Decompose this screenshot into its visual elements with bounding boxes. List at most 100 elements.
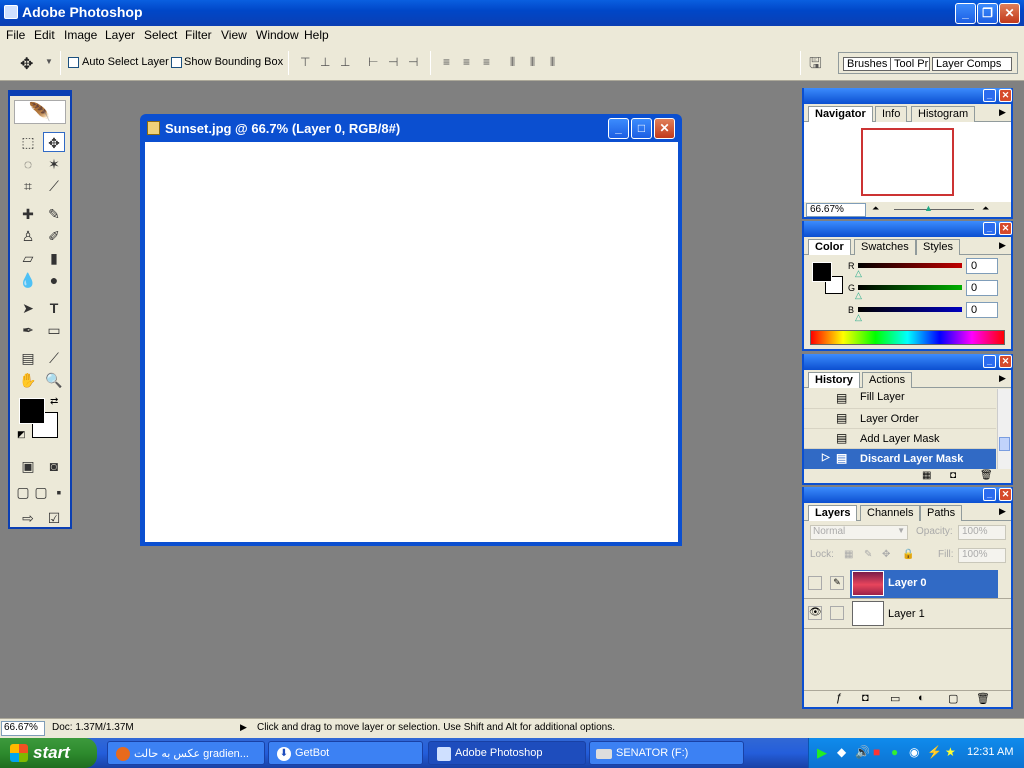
history-item-selected[interactable]: ▷ ▤ Discard Layer Mask [804,449,996,469]
healing-brush-tool-icon[interactable]: ✚ [17,204,39,224]
menu-edit[interactable]: Edit [34,28,55,42]
minimize-button[interactable]: _ [955,3,976,24]
lasso-tool-icon[interactable]: ◌ [17,154,39,174]
close-button[interactable]: ✕ [999,3,1020,24]
menu-view[interactable]: View [221,28,247,42]
tray-green-icon[interactable]: ● [891,745,898,759]
hand-tool-icon[interactable]: ✋ [17,370,39,390]
doc-close-button[interactable]: ✕ [654,118,675,139]
color-fg-swatch[interactable] [812,262,832,282]
channel-b-value[interactable]: 0 [966,302,998,318]
distribute-vcenter-icon[interactable]: ≡ [463,55,470,69]
new-layer-icon[interactable]: ▢ [948,692,958,705]
pen-tool-icon[interactable]: ✒ [17,320,39,340]
standard-mode-icon[interactable]: ▣ [17,456,39,476]
gradient-tool-icon[interactable]: ▮ [43,248,65,268]
shape-tool-icon[interactable]: ▭ [43,320,65,340]
brush-tool-icon[interactable]: ✎ [43,204,65,224]
channel-g-slider[interactable] [858,285,962,290]
tool-preset-dropdown-icon[interactable]: ▼ [45,57,53,66]
panel-close-button[interactable]: ✕ [999,222,1012,235]
adjustment-layer-icon[interactable]: ◐ [918,692,925,704]
zoom-in-icon[interactable]: ⏶ [982,203,989,214]
history-item[interactable]: ▤ Add Layer Mask [804,429,996,449]
tab-navigator[interactable]: Navigator [808,106,873,122]
history-item[interactable]: ▤ Layer Order [804,409,996,429]
path-selection-tool-icon[interactable]: ➤ [17,298,39,318]
align-bottom-icon[interactable]: ⊥ [340,55,350,69]
channel-r-value[interactable]: 0 [966,258,998,274]
well-tab-brushes[interactable]: Brushes [843,57,892,71]
tray-app-icon[interactable]: ◆ [837,745,846,759]
tray-misc-icon[interactable]: ◉ [909,745,919,759]
history-item[interactable]: ▤ Fill Layer [804,389,996,409]
tab-history[interactable]: History [808,372,860,388]
app-title-bar[interactable]: Adobe Photoshop _ ❐ ✕ [0,0,1024,26]
navigator-zoom-field[interactable]: 66.67% [806,203,866,217]
channel-r-slider[interactable] [858,263,962,268]
status-zoom-field[interactable]: 66.67% [1,721,45,736]
task-gradient-page[interactable]: عکس به حالت gradien... [107,741,265,765]
lock-transparency-icon[interactable]: ▦ [844,549,853,560]
lock-position-icon[interactable]: ✥ [882,549,890,560]
tray-alert-icon[interactable]: ■ [873,745,880,759]
move-tool-icon[interactable]: ✥ [20,54,33,74]
zoom-tool-icon[interactable]: 🔍 [43,370,65,390]
channel-g-handle[interactable]: △ [855,290,862,301]
tab-histogram[interactable]: Histogram [911,106,976,122]
clock[interactable]: 12:31 AM [967,746,1013,758]
network-icon[interactable]: ⚡ [927,745,942,759]
screen-mode-standard-icon[interactable]: ▢ [14,482,32,502]
tab-paths[interactable]: Paths [920,505,963,521]
zoom-out-icon[interactable]: ⏶ [872,203,879,214]
channel-r-handle[interactable]: △ [855,268,862,279]
panel-header[interactable]: _ ✕ [804,88,1012,104]
play-icon[interactable]: ▶ [817,745,827,761]
crop-tool-icon[interactable]: ⌗ [17,176,39,196]
layer-style-icon[interactable]: ƒ [836,692,842,704]
layer-row[interactable]: 👁 Layer 1 [804,599,1011,629]
history-brush-tool-icon[interactable]: ✐ [43,226,65,246]
align-hcenter-icon[interactable]: ⊣ [388,55,398,69]
layer-row[interactable]: ✎ Layer 0 [804,569,1011,599]
channel-g-value[interactable]: 0 [966,280,998,296]
panel-header[interactable]: _ ✕ [804,354,1012,370]
eyedropper-tool-icon[interactable]: ⟋ [43,348,65,368]
slice-tool-icon[interactable]: ⟋ [43,176,65,196]
status-menu-arrow-icon[interactable]: ▶ [240,722,247,733]
dodge-tool-icon[interactable]: ● [43,270,65,290]
zoom-slider-handle[interactable]: ▲ [924,203,933,213]
history-scrollbar[interactable] [997,389,1011,469]
align-left-icon[interactable]: ⊢ [368,55,378,69]
screen-mode-full-menu-icon[interactable]: ▢ [32,482,50,502]
panel-menu-arrow-icon[interactable]: ▶ [999,506,1006,517]
panel-menu-arrow-icon[interactable]: ▶ [999,107,1006,118]
align-top-icon[interactable]: ⊤ [300,55,310,69]
panel-header[interactable]: _ ✕ [804,487,1012,503]
tab-actions[interactable]: Actions [862,372,913,388]
magic-wand-tool-icon[interactable]: ✶ [43,154,65,174]
zoom-slider[interactable] [894,209,974,210]
lock-all-icon[interactable]: 🔒 [902,549,914,560]
task-adobe-photoshop[interactable]: Adobe Photoshop [428,741,586,765]
eye-icon[interactable]: 👁 [808,606,822,620]
panel-close-button[interactable]: ✕ [999,355,1012,368]
panel-header[interactable]: _ ✕ [804,221,1012,237]
distribute-hcenter-icon[interactable]: ⫴ [530,55,535,70]
doc-minimize-button[interactable]: _ [608,118,629,139]
tab-info[interactable]: Info [875,106,908,122]
feather-logo-icon[interactable]: 🪶 [14,100,66,124]
new-snapshot-icon[interactable]: ◘ [950,470,956,481]
task-senator-drive[interactable]: SENATOR (F:) [589,741,744,765]
document-canvas[interactable] [145,142,678,542]
screen-mode-full-icon[interactable]: ▪ [50,482,68,502]
notes-tool-icon[interactable]: ▤ [17,348,39,368]
menu-layer[interactable]: Layer [105,28,135,42]
layer-link-toggle[interactable] [830,606,844,620]
panel-minimize-button[interactable]: _ [983,222,996,235]
trash-icon[interactable]: 🗑 [976,692,990,705]
channel-b-slider[interactable] [858,307,962,312]
volume-icon[interactable]: 🔊 [855,745,870,759]
clone-stamp-tool-icon[interactable]: ♙ [17,226,39,246]
blur-tool-icon[interactable]: 💧 [17,270,39,290]
